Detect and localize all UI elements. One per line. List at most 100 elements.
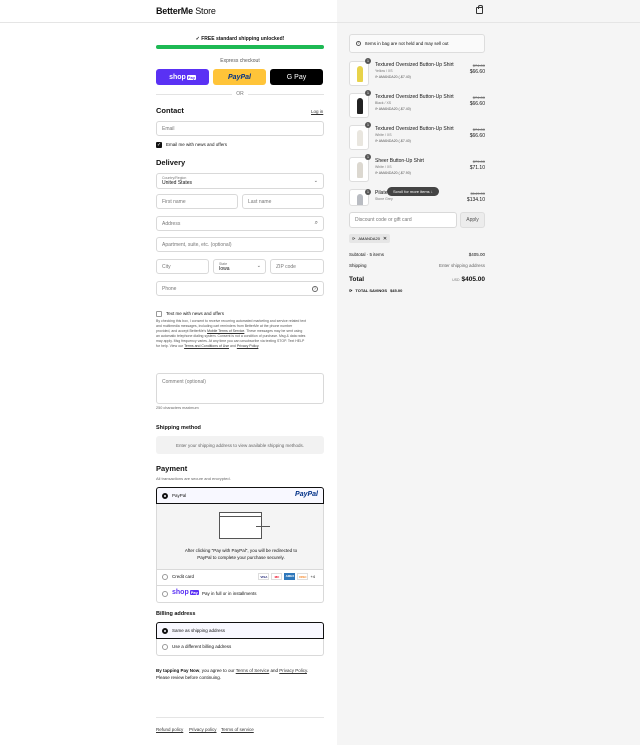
- original-price: $74.00: [472, 127, 485, 132]
- shopping-bag-icon[interactable]: [476, 5, 483, 14]
- store-logo[interactable]: BetterMe Store: [156, 6, 216, 16]
- help-icon[interactable]: ?: [312, 285, 318, 292]
- card-brand-icons: VISA MC AMEX DISC +4: [258, 573, 315, 580]
- paypal-button[interactable]: PayPal: [213, 69, 266, 85]
- shop-pay-button[interactable]: shop Pay: [156, 69, 209, 85]
- legal-period: .: [306, 668, 309, 673]
- discounted-price: $71.10: [469, 165, 485, 171]
- shop-pay-logo: shop Pay: [172, 589, 199, 596]
- product-variant: Yellow / XS: [375, 69, 393, 73]
- chevron-down-icon: ⌄: [313, 178, 318, 184]
- apartment-field[interactable]: Apartment, suite, etc. (optional): [156, 237, 324, 252]
- order-comment-field[interactable]: Comment (optional): [156, 373, 324, 404]
- zip-field[interactable]: ZIP code: [270, 259, 324, 274]
- state-value: Iowa: [219, 266, 230, 272]
- last-name-field[interactable]: Last name: [242, 194, 324, 209]
- paypal-option[interactable]: PayPal PayPal: [156, 487, 324, 504]
- login-link[interactable]: Log in: [311, 109, 323, 114]
- google-pay-button[interactable]: G Pay: [270, 69, 323, 85]
- privacy-policy-footer-link[interactable]: Privacy policy: [189, 727, 217, 732]
- product-thumbnail: [349, 61, 369, 86]
- paypal-button-label: PayPal: [228, 73, 251, 81]
- total-value: $405.00: [461, 276, 486, 283]
- product-discount: ⟳ AMANDA20 (-$7.40): [375, 75, 411, 79]
- email-field[interactable]: Email: [156, 121, 324, 136]
- express-checkout-label: Express checkout: [220, 58, 260, 64]
- text-news-checkbox[interactable]: [156, 311, 162, 317]
- privacy-policy-link[interactable]: Privacy Policy: [237, 344, 259, 348]
- email-news-checkbox[interactable]: [156, 142, 162, 148]
- shipping-row: Shipping Enter shipping address: [349, 263, 485, 268]
- address-field[interactable]: Address ⌕: [156, 216, 324, 231]
- same-billing-radio[interactable]: [162, 628, 168, 634]
- discounted-price: $66.60: [469, 133, 485, 139]
- free-shipping-message: ✓ FREE standard shipping unlocked!: [195, 36, 285, 42]
- country-select[interactable]: Country/Region United States ⌄: [156, 173, 324, 189]
- apply-discount-button[interactable]: Apply: [460, 212, 485, 228]
- paypal-radio[interactable]: [162, 493, 168, 499]
- subtotal-value: $405.00: [468, 252, 485, 257]
- quantity-badge: 1: [365, 90, 371, 96]
- state-select[interactable]: State Iowa ⌄: [213, 259, 266, 274]
- product-thumbnail: [349, 93, 369, 118]
- cart-item: 1 Textured Oversized Button-Up Shirt Yel…: [349, 58, 485, 89]
- consent-line-3-end: . These messages may be sent using: [244, 329, 303, 333]
- product-name: Textured Oversized Button-Up Shirt: [375, 62, 454, 68]
- different-billing-option[interactable]: Use a different billing address: [156, 639, 324, 656]
- product-discount: ⟳ AMANDA20 (-$7.40): [375, 139, 411, 143]
- paypal-logo: PayPal: [295, 491, 318, 498]
- subtotal-label: Subtotal · 5 items: [349, 252, 385, 257]
- email-news-label: Email me with news and offers: [166, 142, 227, 147]
- legal-terms-link[interactable]: Terms of Service: [236, 668, 270, 673]
- product-name: Textured Oversized Button-Up Shirt: [375, 126, 454, 132]
- window-titlebar: [220, 513, 261, 517]
- discover-icon: DISC: [297, 573, 309, 580]
- quantity-badge: 1: [365, 189, 371, 195]
- consent-line-6: for help. View our: [156, 344, 185, 348]
- text-news-label: Text me with news and offers: [166, 311, 224, 316]
- discount-code-field[interactable]: Discount code or gift card: [349, 212, 457, 228]
- quantity-badge: 1: [365, 154, 371, 160]
- shop-pay-radio[interactable]: [162, 591, 168, 597]
- shop-pay-installments-option[interactable]: shop Pay Pay in full or in installments: [156, 586, 324, 603]
- remove-discount-icon[interactable]: ✕: [383, 236, 387, 242]
- pay-now-legal-text: By tapping Pay Now, you agree to our Ter…: [156, 667, 326, 681]
- scroll-more-items-button[interactable]: Scroll for more items ↓: [387, 187, 439, 196]
- legal-privacy-link[interactable]: Privacy Policy: [279, 668, 307, 673]
- product-variant: White / XS: [375, 165, 392, 169]
- product-variant: Stone Grey: [375, 197, 393, 201]
- sms-consent-text: By checking this box, I consent to recei…: [156, 319, 326, 349]
- credit-card-option[interactable]: Credit card VISA MC AMEX DISC +4: [156, 570, 324, 586]
- product-discount-text: AMANDA20 (-$7.90): [378, 171, 411, 175]
- zip-placeholder: ZIP code: [276, 263, 296, 270]
- google-pay-label: G Pay: [286, 73, 307, 81]
- product-variant: White / XS: [375, 133, 392, 137]
- mobile-terms-link[interactable]: Mobile Terms of Service: [207, 329, 244, 333]
- total-row: Total USD $405.00: [349, 276, 485, 283]
- terms-conditions-link[interactable]: Terms and Conditions of Use: [184, 344, 229, 348]
- stock-notice: i Items in bag are not held and may sell …: [349, 34, 485, 53]
- comment-placeholder: Comment (optional): [162, 379, 206, 385]
- city-field[interactable]: City: [156, 259, 209, 274]
- tag-icon: ⟳: [375, 171, 378, 175]
- footer-divider: [156, 717, 324, 718]
- quantity-badge: 1: [365, 58, 371, 64]
- different-billing-radio[interactable]: [162, 644, 168, 650]
- tag-icon: ⟳: [375, 139, 378, 143]
- mastercard-icon: MC: [271, 573, 283, 580]
- stock-notice-text: Items in bag are not held and may sell o…: [365, 41, 449, 46]
- credit-card-radio[interactable]: [162, 574, 168, 580]
- city-placeholder: City: [162, 263, 171, 270]
- refund-policy-link[interactable]: Refund policy: [156, 727, 183, 732]
- shipping-method-heading: Shipping method: [156, 425, 201, 431]
- same-billing-option[interactable]: Same as shipping address: [156, 622, 324, 639]
- first-name-field[interactable]: First name: [156, 194, 238, 209]
- shop-pay-badge: Pay: [189, 590, 199, 595]
- info-icon: i: [356, 41, 361, 46]
- original-price: $74.00: [472, 63, 485, 68]
- shipping-method-placeholder: Enter your shipping address to view avai…: [156, 436, 324, 454]
- terms-of-service-link[interactable]: Terms of service: [221, 727, 254, 732]
- phone-field[interactable]: Phone?: [156, 281, 324, 296]
- tag-icon: ⟳: [349, 288, 353, 293]
- contact-heading: Contact: [156, 106, 184, 115]
